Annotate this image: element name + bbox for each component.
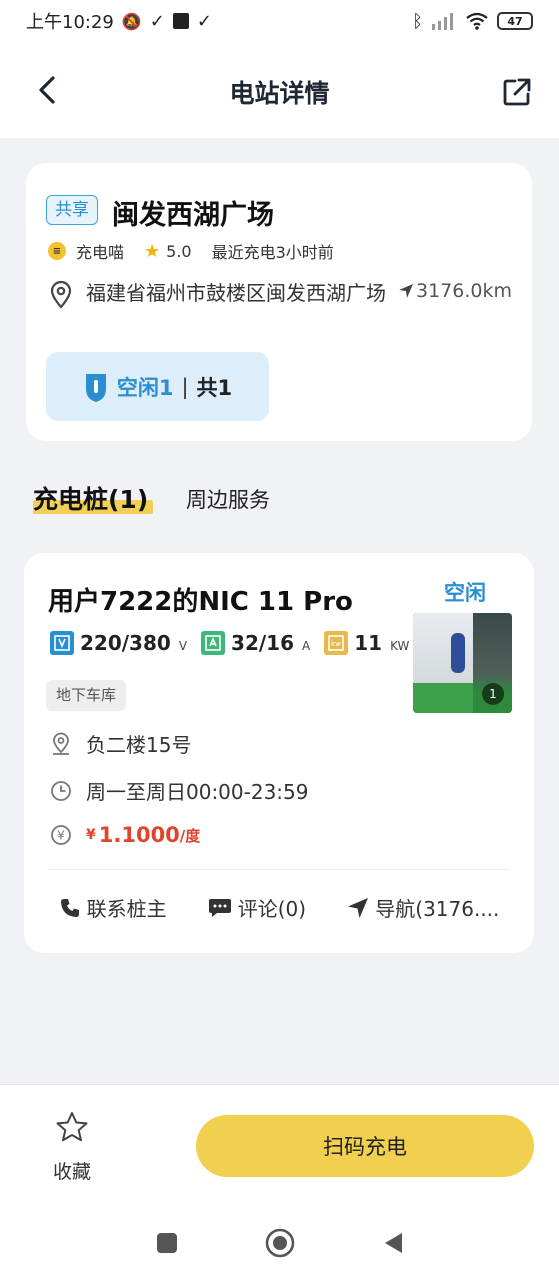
station-meta: ≡ 充电喵 ★ 5.0 最近充电3小时前 (48, 239, 334, 263)
external-link-icon (503, 78, 531, 106)
map-pin-icon (50, 732, 72, 755)
status-left: 上午10:29 🔕 ✓ ✓ (26, 8, 212, 34)
home-button[interactable] (265, 1228, 295, 1258)
station-card: 共享 闽发西湖广场 ≡ 充电喵 ★ 5.0 最近充电3小时前 福建省福州市鼓楼区… (26, 163, 532, 441)
system-back-button[interactable] (378, 1228, 408, 1258)
app-header: 电站详情 (0, 42, 559, 138)
comment-icon (208, 898, 231, 917)
wifi-icon (466, 12, 488, 30)
location-pin-icon (50, 281, 72, 309)
bottom-action-bar: 收藏 扫码充电 (0, 1084, 559, 1206)
phone-icon (60, 898, 79, 917)
share-tag: 共享 (46, 195, 98, 225)
signal-icon (432, 13, 453, 30)
rating-value: 5.0 (166, 241, 192, 261)
contact-owner-button[interactable]: 联系桩主 (59, 893, 167, 922)
charger-shield-icon (85, 373, 106, 402)
tab-nearby-services[interactable]: 周边服务 (186, 484, 270, 514)
brand-name: 充电喵 (76, 243, 125, 262)
photo-charger-unit (451, 633, 465, 673)
mute-icon: 🔕 (121, 11, 142, 31)
page-title: 电站详情 (229, 79, 330, 108)
availability-box: 空闲1 | 共1 (46, 352, 269, 421)
square-icon (156, 1233, 177, 1253)
station-name: 闽发西湖广场 (112, 200, 274, 231)
navigation-arrow-icon (348, 897, 369, 918)
power-spec: kw 11 KW (324, 631, 409, 655)
current-value: 32/16 (231, 631, 294, 655)
parking-position: 负二楼15号 (86, 733, 192, 757)
favorite-button[interactable]: 收藏 (50, 1111, 94, 1184)
current-spec: 32/16 A (201, 631, 310, 655)
check-icon-2: ✓ (196, 10, 212, 32)
opening-hours-row: 周一至周日00:00-23:59 (50, 776, 309, 805)
charger-card[interactable]: 用户7222的NIC 11 Pro 空闲 220/380 V 32/16 A k… (24, 553, 534, 953)
charger-actions: 联系桩主 评论(0) 导航(3176.... (24, 893, 534, 922)
charger-status: 空闲 (444, 581, 486, 605)
opening-hours: 周一至周日00:00-23:59 (86, 780, 309, 804)
clock-icon (50, 780, 72, 802)
price-currency: ¥ (86, 827, 96, 843)
voltage-icon (50, 631, 74, 655)
availability-separator: | (181, 374, 189, 399)
status-time: 上午10:29 (26, 12, 114, 33)
comments-label: 评论(0) (237, 897, 307, 921)
favorite-label: 收藏 (52, 1161, 91, 1183)
svg-text:kw: kw (331, 640, 341, 648)
location-type-tag: 地下车库 (46, 680, 127, 711)
tab-chargers[interactable]: 充电桩(1) (33, 480, 148, 516)
voltage-value: 220/380 (80, 631, 171, 655)
power-value: 11 (354, 631, 383, 655)
station-address: 福建省福州市鼓楼区闽发西湖广场 (86, 281, 386, 305)
navigate-label: 导航(3176.... (375, 897, 500, 921)
charger-name: 用户7222的NIC 11 Pro (48, 587, 353, 617)
photo-count-badge: 1 (482, 683, 504, 705)
charger-photo[interactable]: 1 (413, 613, 512, 713)
charger-specs: 220/380 V 32/16 A kw 11 KW (50, 631, 409, 655)
bluetooth-icon: ᛒ (412, 10, 423, 32)
card-divider (48, 869, 510, 870)
current-icon (201, 631, 226, 655)
station-distance[interactable]: 3176.0km (398, 280, 512, 302)
price-row: ¥ ¥ 1.1000 /度 (50, 823, 200, 847)
voltage-unit: V (178, 639, 188, 653)
star-outline-icon (56, 1112, 88, 1142)
total-count: 共1 (196, 375, 233, 400)
available-count: 空闲1 (116, 375, 174, 400)
power-unit: KW (390, 639, 410, 653)
price-unit: /度 (179, 826, 201, 845)
price-value: 1.1000 (98, 823, 180, 847)
recent-charge-text: 最近充电3小时前 (211, 243, 334, 262)
navigation-arrow-icon (399, 284, 413, 298)
star-icon: ★ (144, 240, 161, 262)
triangle-left-icon (384, 1233, 402, 1253)
svg-text:¥: ¥ (57, 829, 65, 843)
contact-owner-label: 联系桩主 (86, 897, 167, 921)
circle-icon (265, 1228, 294, 1258)
distance-value: 3176.0km (416, 280, 512, 302)
share-button[interactable] (497, 72, 537, 112)
system-nav-bar (0, 1206, 559, 1280)
scan-to-charge-button[interactable]: 扫码充电 (196, 1115, 534, 1177)
comments-button[interactable]: 评论(0) (208, 893, 306, 922)
navigate-button[interactable]: 导航(3176.... (347, 893, 499, 922)
recent-apps-button[interactable] (152, 1228, 182, 1258)
current-unit: A (302, 639, 311, 653)
yuan-icon: ¥ (50, 824, 72, 846)
brand-logo-icon: ≡ (48, 242, 66, 260)
battery-icon: 47 (497, 12, 533, 30)
voltage-spec: 220/380 V (50, 631, 187, 655)
status-right: ᛒ 47 (412, 11, 533, 32)
status-bar: 上午10:29 🔕 ✓ ✓ ᛒ 47 (0, 0, 559, 42)
power-icon: kw (324, 631, 349, 655)
parking-position-row: 负二楼15号 (50, 729, 191, 758)
check-icon: ✓ (149, 10, 165, 32)
notification-icon (172, 13, 189, 29)
